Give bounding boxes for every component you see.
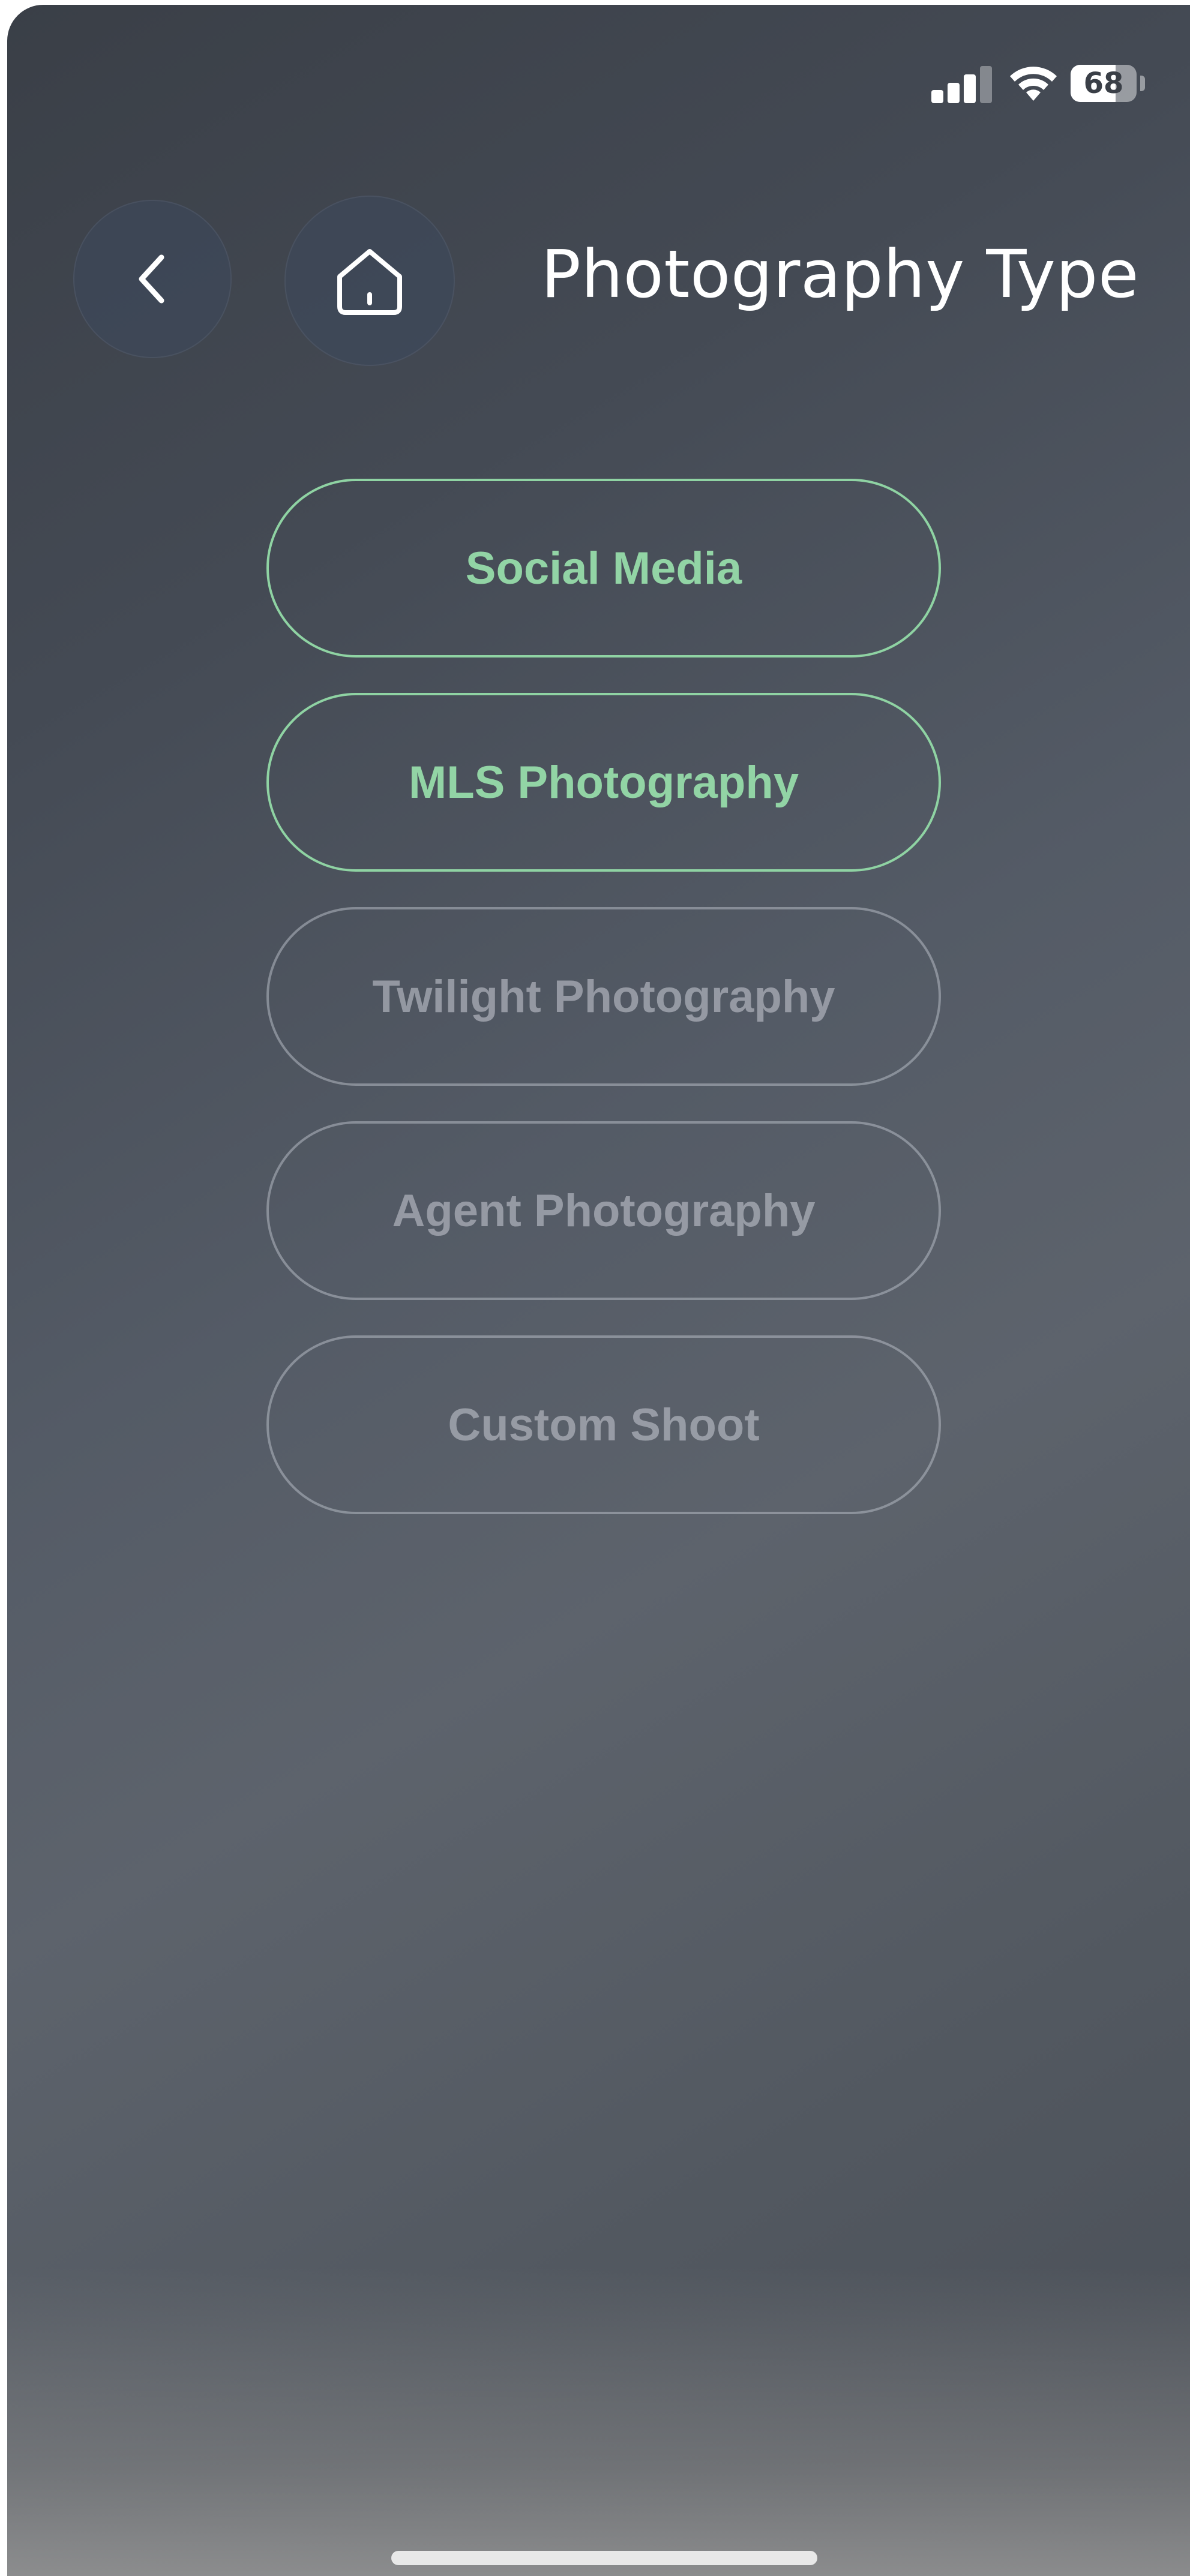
cellular-signal-icon xyxy=(931,65,992,103)
home-button[interactable] xyxy=(284,196,455,366)
back-button[interactable] xyxy=(73,200,232,358)
option-label: MLS Photography xyxy=(408,756,799,808)
app-screen: 68 Photography Type Social Media MLS Pho… xyxy=(7,5,1190,2576)
page-title: Photography Type xyxy=(541,236,1139,313)
battery-icon: 68 xyxy=(1071,65,1137,102)
signal-bar xyxy=(980,66,992,103)
option-agent-photography[interactable]: Agent Photography xyxy=(266,1121,941,1300)
option-custom-shoot[interactable]: Custom Shoot xyxy=(266,1335,941,1514)
battery-tip xyxy=(1140,76,1145,91)
chevron-left-icon xyxy=(139,254,164,304)
photography-type-options: Social Media MLS Photography Twilight Ph… xyxy=(266,479,945,1550)
option-social-media[interactable]: Social Media xyxy=(266,479,941,657)
signal-bar xyxy=(931,90,943,103)
battery-percent: 68 xyxy=(1083,67,1124,100)
option-label: Agent Photography xyxy=(392,1185,816,1236)
home-icon xyxy=(337,249,402,315)
signal-bar xyxy=(948,83,960,103)
signal-bar xyxy=(964,74,976,103)
option-twilight-photography[interactable]: Twilight Photography xyxy=(266,907,941,1086)
option-label: Custom Shoot xyxy=(448,1399,760,1451)
home-indicator[interactable] xyxy=(391,2551,817,2565)
option-label: Twilight Photography xyxy=(372,971,835,1022)
option-mls-photography[interactable]: MLS Photography xyxy=(266,693,941,872)
wifi-icon xyxy=(1010,67,1057,101)
option-label: Social Media xyxy=(465,542,742,594)
